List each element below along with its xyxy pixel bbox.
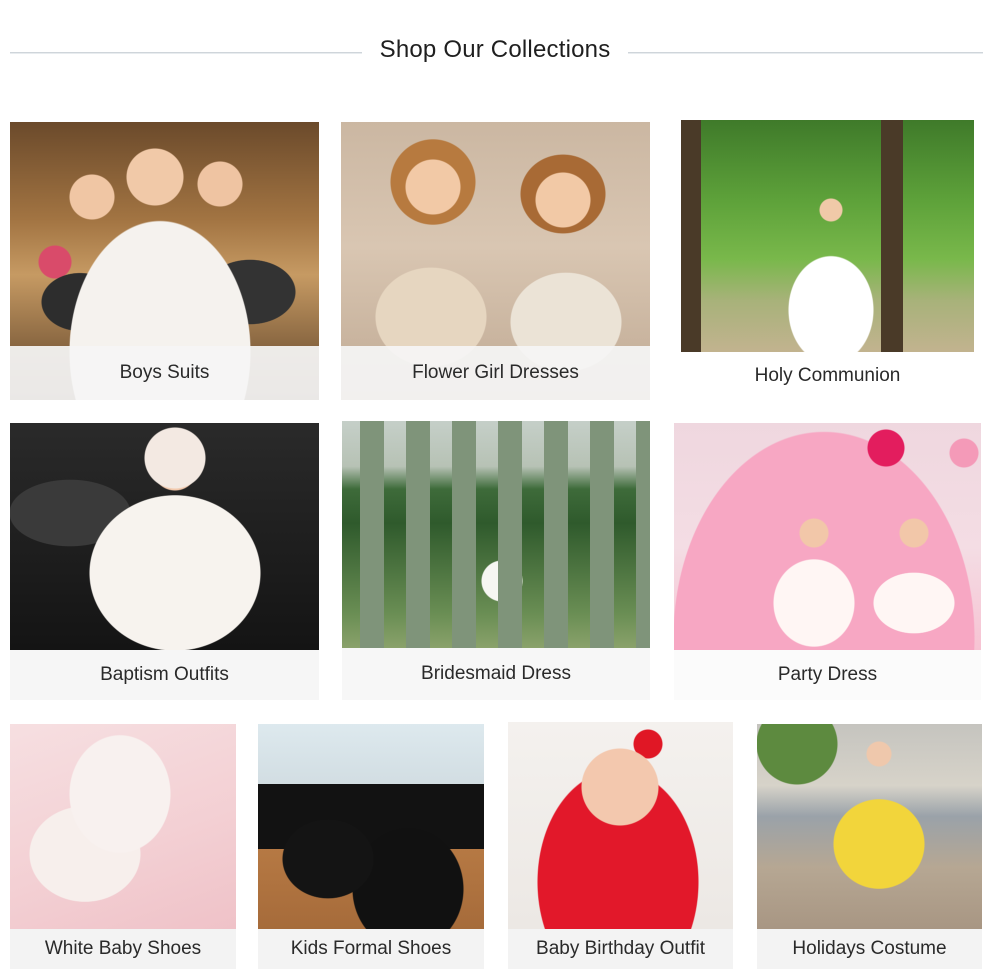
collection-card-kids-formal-shoes[interactable]: Kids Formal Shoes [258,724,484,969]
collection-card-holidays-costume[interactable]: Holidays Costume [757,724,982,969]
header-rule-left [10,52,362,54]
collection-label-band: Baptism Outfits [10,650,319,700]
collection-card-baptism-outfits[interactable]: Baptism Outfits [10,423,319,700]
collection-label: Flower Girl Dresses [412,362,579,383]
collection-card-boys-suits[interactable]: Boys Suits [10,122,319,400]
collection-card-party-dress[interactable]: Party Dress [674,423,981,700]
collection-label: Baby Birthday Outfit [536,938,705,959]
header-rule-right [628,52,983,54]
kids-formal-shoes-image [258,724,484,929]
collection-label: White Baby Shoes [44,938,202,959]
collection-label: Baptism Outfits [100,664,229,685]
collection-label: Party Dress [777,664,878,685]
collection-card-flower-girl-dresses[interactable]: Flower Girl Dresses [341,122,650,400]
white-baby-shoes-image [10,724,236,929]
collection-label-band: Holidays Costume [757,929,982,969]
baby-birthday-outfit-image [508,722,733,929]
collection-label-band: Baby Birthday Outfit [508,929,733,969]
collection-label: Kids Formal Shoes [290,938,452,959]
collection-card-holy-communion[interactable]: Holy Communion [681,120,974,400]
collection-label-band: Party Dress [674,650,981,700]
holidays-costume-image [757,724,982,929]
section-header: Shop Our Collections [0,30,993,76]
collection-label-band: White Baby Shoes [10,929,236,969]
collection-label-band: Bridesmaid Dress [342,648,650,700]
collection-label-band: Kids Formal Shoes [258,929,484,969]
collection-label-band: Flower Girl Dresses [341,346,650,400]
baptism-outfits-image [10,423,319,650]
collection-label-band: Boys Suits [10,346,319,400]
collection-label: Bridesmaid Dress [421,663,571,684]
bridesmaid-dress-image [342,421,650,648]
holy-communion-image [681,120,974,352]
party-dress-image [674,423,981,650]
collection-label: Holidays Costume [792,938,947,959]
collection-label: Holy Communion [754,365,901,386]
collection-label-band: Holy Communion [681,352,974,400]
collection-card-white-baby-shoes[interactable]: White Baby Shoes [10,724,236,969]
section-title: Shop Our Collections [379,36,611,63]
collection-label: Boys Suits [119,362,210,383]
collection-card-bridesmaid-dress[interactable]: Bridesmaid Dress [342,421,650,700]
collection-card-baby-birthday-outfit[interactable]: Baby Birthday Outfit [508,722,733,969]
